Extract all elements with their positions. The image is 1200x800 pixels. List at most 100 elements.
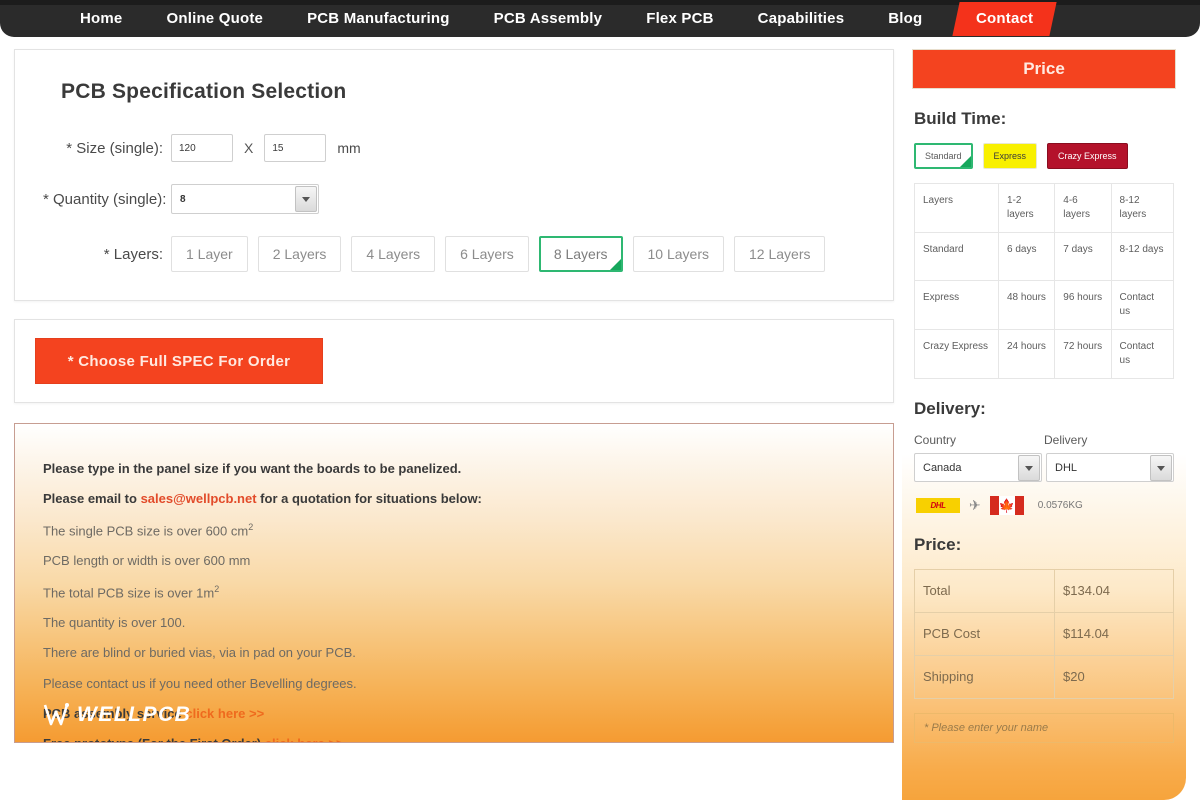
shipping-weight: 0.0576KG [1037, 500, 1083, 511]
nav-item-pcb-manufacturing[interactable]: PCB Manufacturing [285, 0, 472, 37]
full-spec-card: * Choose Full SPEC For Order [14, 319, 894, 403]
quantity-selected-value: 8 [180, 193, 186, 205]
note-quantity: The quantity is over 100. [43, 615, 186, 631]
nav-item-flex-pcb[interactable]: Flex PCB [624, 0, 735, 37]
dhl-logo-icon: DHL [916, 498, 960, 513]
check-corner-icon [609, 259, 621, 270]
left-column: PCB Specification Selection * Size (sing… [14, 49, 894, 743]
chevron-down-icon[interactable] [1150, 455, 1172, 481]
nav-list: Home Online Quote PCB Manufacturing PCB … [58, 0, 1058, 37]
price-table: Total $134.04 PCB Cost $114.04 Shipping … [914, 569, 1174, 699]
build-th-1-2: 1-2 layers [997, 183, 1056, 233]
build-row-standard-4-6: 7 days [1054, 232, 1112, 281]
note-assembly-pre: PCB assembly service [43, 706, 186, 722]
nav-item-capabilities[interactable]: Capabilities [736, 0, 867, 37]
note-email: Please email to sales@wellpcb.net for a … [43, 492, 893, 506]
size-x-separator: X [244, 140, 254, 156]
maple-leaf-icon: 🍁 [998, 496, 1015, 515]
table-row: Crazy Express 24 hours 72 hours Contact … [914, 329, 1175, 379]
table-row: Layers 1-2 layers 4-6 layers 8-12 layers [914, 183, 1175, 233]
pcb-spec-card: PCB Specification Selection * Size (sing… [14, 49, 894, 301]
assembly-click-here-link[interactable]: click here >> [185, 706, 264, 721]
build-th-layers: Layers [914, 183, 999, 233]
price-sidebar: Price Build Time: Standard Express Crazy… [902, 49, 1186, 800]
table-row: PCB Cost $114.04 [914, 612, 1174, 656]
layer-option-1[interactable]: 1 Layer [171, 236, 248, 272]
quantity-row: * Quantity (single): 8 [43, 184, 865, 214]
flag-left-bar [989, 496, 999, 515]
nav-item-blog[interactable]: Blog [866, 0, 944, 37]
nav-item-home[interactable]: Home [58, 0, 144, 37]
size-row: * Size (single): X mm [43, 134, 865, 162]
sales-email-link[interactable]: sales@wellpcb.net [141, 491, 257, 506]
delivery-select[interactable]: DHL [1046, 453, 1174, 482]
note-assembly-service: PCB assembly service click here >> [43, 706, 893, 722]
price-row-total-label: Total [914, 569, 1055, 613]
build-row-express-1-2: 48 hours [997, 280, 1056, 330]
build-row-express-label: Express [914, 280, 999, 330]
nav-item-online-quote[interactable]: Online Quote [144, 0, 285, 37]
chevron-down-icon[interactable] [1018, 455, 1040, 481]
note-total-size: The total PCB size is over 1m2 [43, 583, 893, 601]
note-email-post: for a quotation for situations below: [256, 491, 482, 507]
build-option-standard[interactable]: Standard [914, 143, 973, 169]
note-total-size-text: The total PCB size is over 1m [43, 584, 215, 600]
check-corner-icon [959, 156, 971, 167]
build-time-options: Standard Express Crazy Express [914, 143, 1186, 169]
airplane-icon: ✈ [969, 497, 981, 513]
price-row-total-value: $134.04 [1054, 569, 1174, 613]
build-row-standard-label: Standard [914, 232, 999, 281]
price-header: Price [912, 49, 1176, 89]
main-navigation: Home Online Quote PCB Manufacturing PCB … [0, 0, 1200, 37]
build-row-crazy-1-2: 24 hours [997, 329, 1056, 379]
layer-option-8[interactable]: 8 Layers [538, 236, 623, 272]
name-input[interactable]: * Please enter your name [914, 713, 1174, 743]
choose-full-spec-button[interactable]: * Choose Full SPEC For Order [35, 338, 323, 384]
note-single-size-text: The single PCB size is over 600 cm [43, 522, 249, 538]
nav-item-pcb-assembly[interactable]: PCB Assembly [472, 0, 625, 37]
size-width-input[interactable] [171, 134, 233, 162]
delivery-selected-value: DHL [1055, 461, 1078, 474]
layer-option-12[interactable]: 12 Layers [734, 236, 826, 272]
note-panelize: Please type in the panel size if you wan… [43, 461, 462, 476]
page-title: PCB Specification Selection [61, 80, 347, 103]
build-row-crazy-label: Crazy Express [914, 329, 999, 379]
layers-label: * Layers: [103, 245, 163, 263]
flag-right-bar [1014, 496, 1024, 515]
build-row-standard-1-2: 6 days [997, 232, 1056, 281]
build-time-table: Layers 1-2 layers 4-6 layers 8-12 layers… [914, 183, 1175, 379]
quantity-select[interactable]: 8 [171, 184, 319, 214]
note-single-size: The single PCB size is over 600 cm2 [43, 522, 893, 539]
build-th-4-6: 4-6 layers [1054, 183, 1112, 233]
layer-option-4[interactable]: 4 Layers [351, 236, 436, 272]
delivery-labels: Country Delivery [914, 433, 1186, 447]
size-height-input[interactable] [264, 134, 327, 162]
price-title: Price: [914, 535, 962, 554]
table-row: Shipping $20 [914, 655, 1174, 699]
note-total-size-sup: 2 [214, 583, 220, 594]
note-prototype-pre: Free prototype [43, 736, 134, 742]
table-row: Total $134.04 [914, 569, 1174, 613]
canada-flag-icon: 🍁 [989, 496, 1024, 515]
build-row-standard-8-12: 8-12 days [1110, 232, 1175, 281]
country-label: Country [914, 433, 957, 447]
prototype-click-here-link[interactable]: click here >> [265, 736, 344, 742]
layer-option-2[interactable]: 2 Layers [257, 236, 342, 272]
build-row-crazy-8-12: Contact us [1110, 329, 1175, 379]
build-th-8-12: 8-12 layers [1110, 183, 1175, 233]
build-option-crazy-express[interactable]: Crazy Express [1047, 143, 1128, 169]
build-row-express-8-12: Contact us [1110, 280, 1175, 330]
price-row-shipping-value: $20 [1054, 655, 1174, 699]
nav-item-contact-label: Contact [976, 9, 1034, 27]
nav-item-contact[interactable]: Contact [952, 1, 1058, 36]
layers-row: * Layers: 1 Layer 2 Layers 4 Layers 6 La… [43, 236, 865, 272]
build-time-title: Build Time: [914, 109, 1007, 128]
table-row: Express 48 hours 96 hours Contact us [914, 280, 1175, 330]
chevron-down-icon[interactable] [295, 186, 317, 212]
note-free-prototype: Free prototype (For the First Order) cli… [43, 736, 893, 742]
layer-option-6[interactable]: 6 Layers [445, 236, 529, 272]
delivery-label: Delivery [1044, 433, 1088, 447]
layer-option-10[interactable]: 10 Layers [632, 236, 724, 272]
build-option-express[interactable]: Express [982, 143, 1038, 169]
country-select[interactable]: Canada [914, 453, 1042, 482]
